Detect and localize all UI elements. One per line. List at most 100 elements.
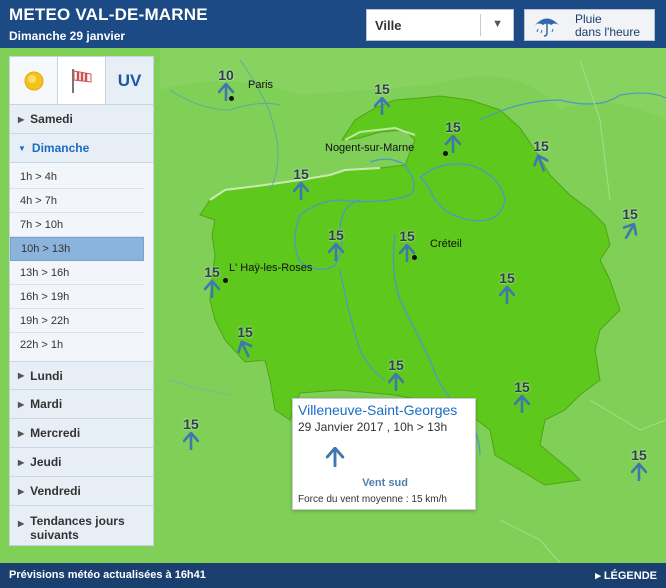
day-label: Samedi (30, 112, 73, 126)
wind-arrow-icon (204, 280, 220, 298)
wind-marker[interactable]: 15 (321, 227, 351, 261)
wind-speed: 15 (293, 166, 309, 182)
day-trends[interactable]: ▶ Tendances jours suivants (10, 506, 153, 546)
wind-speed: 15 (514, 379, 530, 395)
chevron-right-icon: ▶ (18, 371, 25, 380)
forecast-date: Dimanche 29 janvier (9, 29, 126, 43)
wind-arrow-icon (237, 340, 253, 358)
time-slot[interactable]: 7h > 10h (10, 213, 144, 237)
rain-button-line1: Pluie (575, 12, 602, 26)
chevron-right-icon: ▶ (18, 399, 25, 409)
rain-next-hour-button[interactable]: Pluie dans l'heure (524, 9, 655, 41)
place-lhay: L' Haÿ-les-Roses (229, 262, 313, 274)
day-label: Vendredi (30, 484, 81, 498)
wind-speed: 15 (183, 416, 199, 432)
place-creteil: Créteil (430, 238, 462, 250)
time-slot-list: 1h > 4h 4h > 7h 7h > 10h 10h > 13h 13h >… (10, 163, 153, 361)
header: METEO VAL-DE-MARNE Dimanche 29 janvier V… (0, 0, 666, 48)
legend-button[interactable]: ▸ LÉGENDE (595, 569, 657, 582)
popup-date: 29 Janvier 2017 , 10h > 13h (298, 420, 448, 434)
wind-marker[interactable]: 15 (381, 357, 411, 391)
wind-speed: 15 (533, 138, 549, 154)
wind-speed: 15 (445, 119, 461, 135)
day-friday[interactable]: ▶ Vendredi (10, 477, 153, 506)
day-wednesday[interactable]: ▶ Mercredi (10, 419, 153, 448)
popup-city[interactable]: Villeneuve-Saint-Georges (298, 402, 457, 418)
wind-marker[interactable]: 15 (507, 379, 537, 413)
day-tuesday[interactable]: ▶ Mardi (10, 390, 153, 419)
time-slot[interactable]: 22h > 1h (10, 333, 144, 357)
windsock-icon (71, 68, 91, 93)
time-slot[interactable]: 4h > 7h (10, 189, 144, 213)
time-slot[interactable]: 16h > 19h (10, 285, 144, 309)
wind-marker[interactable]: 15 (176, 416, 206, 450)
time-slot[interactable]: 13h > 16h (10, 261, 144, 285)
day-monday[interactable]: ▶ Lundi (10, 361, 153, 390)
day-saturday[interactable]: ▶ Samedi (10, 105, 153, 134)
day-label: Dimanche (31, 141, 90, 155)
wind-marker[interactable]: 15 (367, 81, 397, 115)
day-label: Lundi (30, 368, 63, 383)
wind-arrow-icon (399, 244, 415, 262)
chevron-right-icon: ▶ (18, 519, 25, 528)
wind-speed: 15 (388, 357, 404, 373)
place-paris: Paris (248, 79, 274, 91)
wind-marker[interactable]: 15 (615, 206, 645, 240)
wind-marker[interactable]: 15 (492, 270, 522, 304)
city-select[interactable]: Ville ▼ (366, 9, 514, 41)
wind-speed: 15 (204, 264, 220, 280)
tab-sun[interactable] (10, 57, 58, 104)
update-time: Prévisions météo actualisées à 16h41 (9, 569, 206, 581)
wind-speed: 15 (631, 447, 647, 463)
tab-uv[interactable]: UV (106, 57, 153, 104)
time-slot[interactable]: 1h > 4h (10, 165, 144, 189)
wind-arrow-icon (388, 373, 404, 391)
footer: Prévisions météo actualisées à 16h41 ▸ L… (0, 563, 666, 588)
wind-arrow-icon (218, 83, 234, 101)
wind-arrow-icon (622, 222, 638, 240)
chevron-right-icon: ▶ (18, 428, 25, 438)
wind-arrow-icon (533, 154, 549, 172)
day-label: Mardi (30, 397, 63, 411)
time-slot-active[interactable]: 10h > 13h (10, 237, 144, 261)
wind-marker[interactable]: 15 (624, 447, 654, 481)
wind-marker[interactable]: 15 (230, 324, 260, 358)
time-slot[interactable]: 19h > 22h (10, 309, 144, 333)
sidebar: UV ▶ Samedi ▼ Dimanche 1h > 4h 4h > 7h 7h … (9, 56, 154, 546)
wind-arrow-icon (514, 395, 530, 413)
day-sunday[interactable]: ▼ Dimanche (10, 134, 153, 163)
wind-speed: 10 (218, 67, 234, 83)
dropdown-arrow-icon[interactable]: ▼ (492, 18, 503, 30)
wind-marker[interactable]: 15 (438, 119, 468, 153)
rain-button-text: Pluie dans l'heure (575, 13, 640, 39)
popup-wind-direction: Vent sud (362, 477, 408, 489)
wind-arrow-icon (293, 182, 309, 200)
sidebar-tabs: UV (10, 57, 153, 105)
day-thursday[interactable]: ▶ Jeudi (10, 448, 153, 477)
wind-marker[interactable]: 15 (392, 228, 422, 262)
wind-arrow-icon (374, 97, 390, 115)
wind-marker[interactable]: 15 (526, 138, 556, 172)
wind-arrow-icon (183, 432, 199, 450)
tab-wind[interactable] (58, 57, 106, 104)
wind-arrow-icon (325, 447, 345, 467)
select-divider (480, 14, 481, 36)
chevron-right-icon: ▶ (18, 486, 25, 496)
place-nogent: Nogent-sur-Marne (325, 142, 415, 154)
wind-speed: 15 (622, 206, 638, 222)
wind-arrow-icon (631, 463, 647, 481)
wind-arrow-icon (445, 135, 461, 153)
trends-line2: suivants (30, 528, 79, 542)
chevron-right-icon: ▶ (18, 114, 25, 124)
day-label: Tendances jours suivants (30, 514, 124, 542)
legend-label: LÉGENDE (603, 570, 657, 582)
day-label: Mercredi (30, 426, 81, 440)
chevron-down-icon: ▼ (18, 143, 26, 153)
wind-marker[interactable]: 15 (286, 166, 316, 200)
wind-speed: 15 (328, 227, 344, 243)
wind-speed: 15 (237, 324, 253, 340)
city-popup: Villeneuve-Saint-Georges 29 Janvier 2017… (292, 398, 476, 510)
wind-marker[interactable]: 10 (211, 67, 241, 101)
wind-speed: 15 (399, 228, 415, 244)
wind-marker[interactable]: 15 (197, 264, 227, 298)
